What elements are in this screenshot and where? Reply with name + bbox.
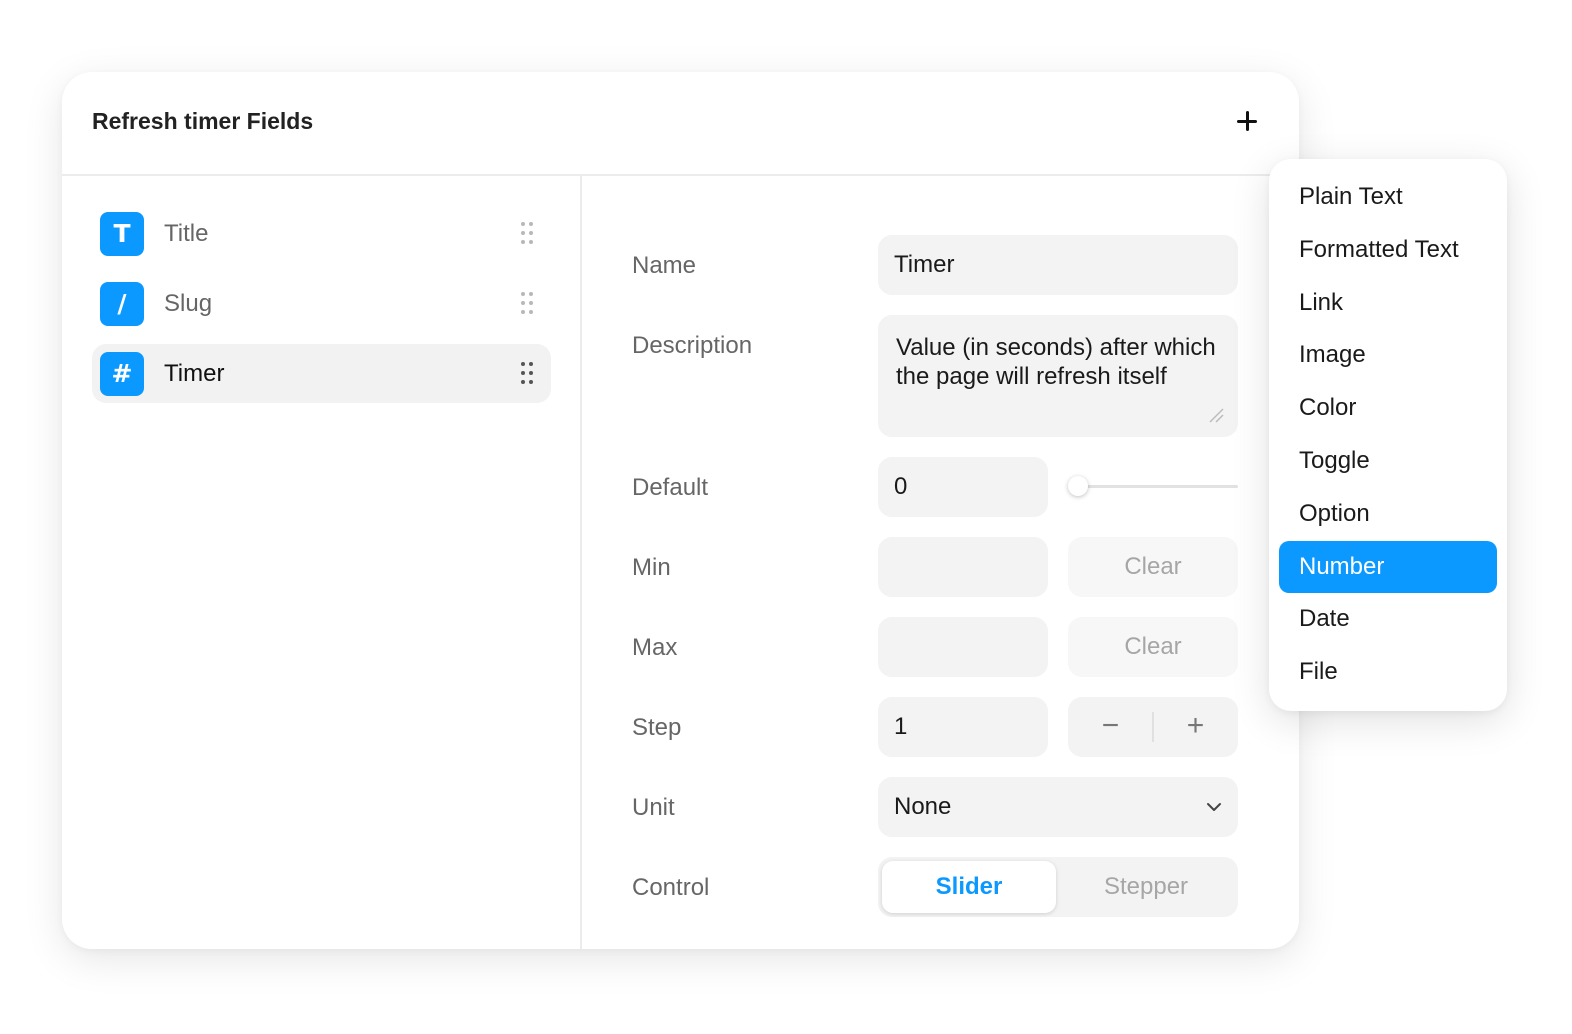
field-label: Timer	[164, 360, 225, 387]
description-label: Description	[632, 332, 753, 359]
step-stepper: − +	[1068, 697, 1238, 757]
chevron-down-icon	[1207, 803, 1221, 811]
panel-title: Refresh timer Fields	[92, 108, 314, 134]
name-label: Name	[632, 252, 697, 279]
resize-grip-icon[interactable]	[1208, 407, 1224, 423]
name-input[interactable]: Timer	[878, 235, 1238, 295]
menu-item-color[interactable]: Color	[1279, 382, 1497, 434]
panel-header: Refresh timer Fields	[62, 72, 1299, 176]
increment-button[interactable]: +	[1153, 697, 1238, 757]
field-type-menu: Plain Text Formatted Text Link Image Col…	[1269, 159, 1507, 711]
menu-item-option[interactable]: Option	[1279, 488, 1497, 540]
field-item-slug[interactable]: / Slug	[92, 274, 551, 333]
drag-handle-icon[interactable]	[521, 222, 533, 244]
field-label: Slug	[164, 290, 213, 317]
unit-select[interactable]: None	[878, 777, 1238, 837]
slider-track	[1068, 485, 1238, 488]
number-type-icon: #	[100, 352, 144, 396]
menu-item-date[interactable]: Date	[1279, 593, 1497, 645]
decrement-button[interactable]: −	[1068, 697, 1153, 757]
unit-label: Unit	[632, 794, 675, 821]
drag-handle-icon[interactable]	[521, 362, 533, 384]
control-label: Control	[632, 874, 710, 901]
slug-type-icon: /	[100, 282, 144, 326]
default-input[interactable]: 0	[878, 457, 1048, 517]
slider-thumb[interactable]	[1068, 476, 1088, 496]
max-input[interactable]	[878, 617, 1048, 677]
menu-item-formatted-text[interactable]: Formatted Text	[1279, 224, 1497, 276]
min-clear-button[interactable]: Clear	[1068, 537, 1238, 597]
step-input[interactable]: 1	[878, 697, 1048, 757]
min-label: Min	[632, 554, 671, 581]
unit-selected-value: None	[894, 793, 952, 820]
field-item-timer[interactable]: # Timer	[92, 344, 551, 403]
add-field-button[interactable]	[1233, 106, 1263, 136]
control-segmented: Slider Stepper	[878, 857, 1238, 917]
default-label: Default	[632, 474, 709, 501]
menu-item-number[interactable]: Number	[1279, 541, 1497, 593]
description-textarea[interactable]: Value (in seconds) after which the page …	[878, 315, 1238, 437]
max-clear-button[interactable]: Clear	[1068, 617, 1238, 677]
min-input[interactable]	[878, 537, 1048, 597]
field-label: Title	[164, 220, 209, 247]
menu-item-plain-text[interactable]: Plain Text	[1279, 171, 1497, 223]
control-option-stepper[interactable]: Stepper	[1058, 861, 1234, 913]
menu-item-toggle[interactable]: Toggle	[1279, 435, 1497, 487]
default-slider[interactable]	[1068, 476, 1238, 498]
max-label: Max	[632, 634, 678, 661]
field-settings: Name Timer Description Value (in seconds…	[582, 176, 1299, 949]
text-type-icon: T	[100, 212, 144, 256]
field-list: T Title / Slug # Timer	[62, 176, 582, 949]
menu-item-image[interactable]: Image	[1279, 329, 1497, 381]
field-item-title[interactable]: T Title	[92, 204, 551, 263]
menu-item-file[interactable]: File	[1279, 646, 1497, 698]
control-option-slider[interactable]: Slider	[882, 861, 1056, 913]
fields-panel: Refresh timer Fields T Title / Slug # Ti…	[62, 72, 1299, 949]
menu-item-link[interactable]: Link	[1279, 277, 1497, 329]
step-label: Step	[632, 714, 682, 741]
drag-handle-icon[interactable]	[521, 292, 533, 314]
description-text: Value (in seconds) after which the page …	[896, 334, 1216, 390]
